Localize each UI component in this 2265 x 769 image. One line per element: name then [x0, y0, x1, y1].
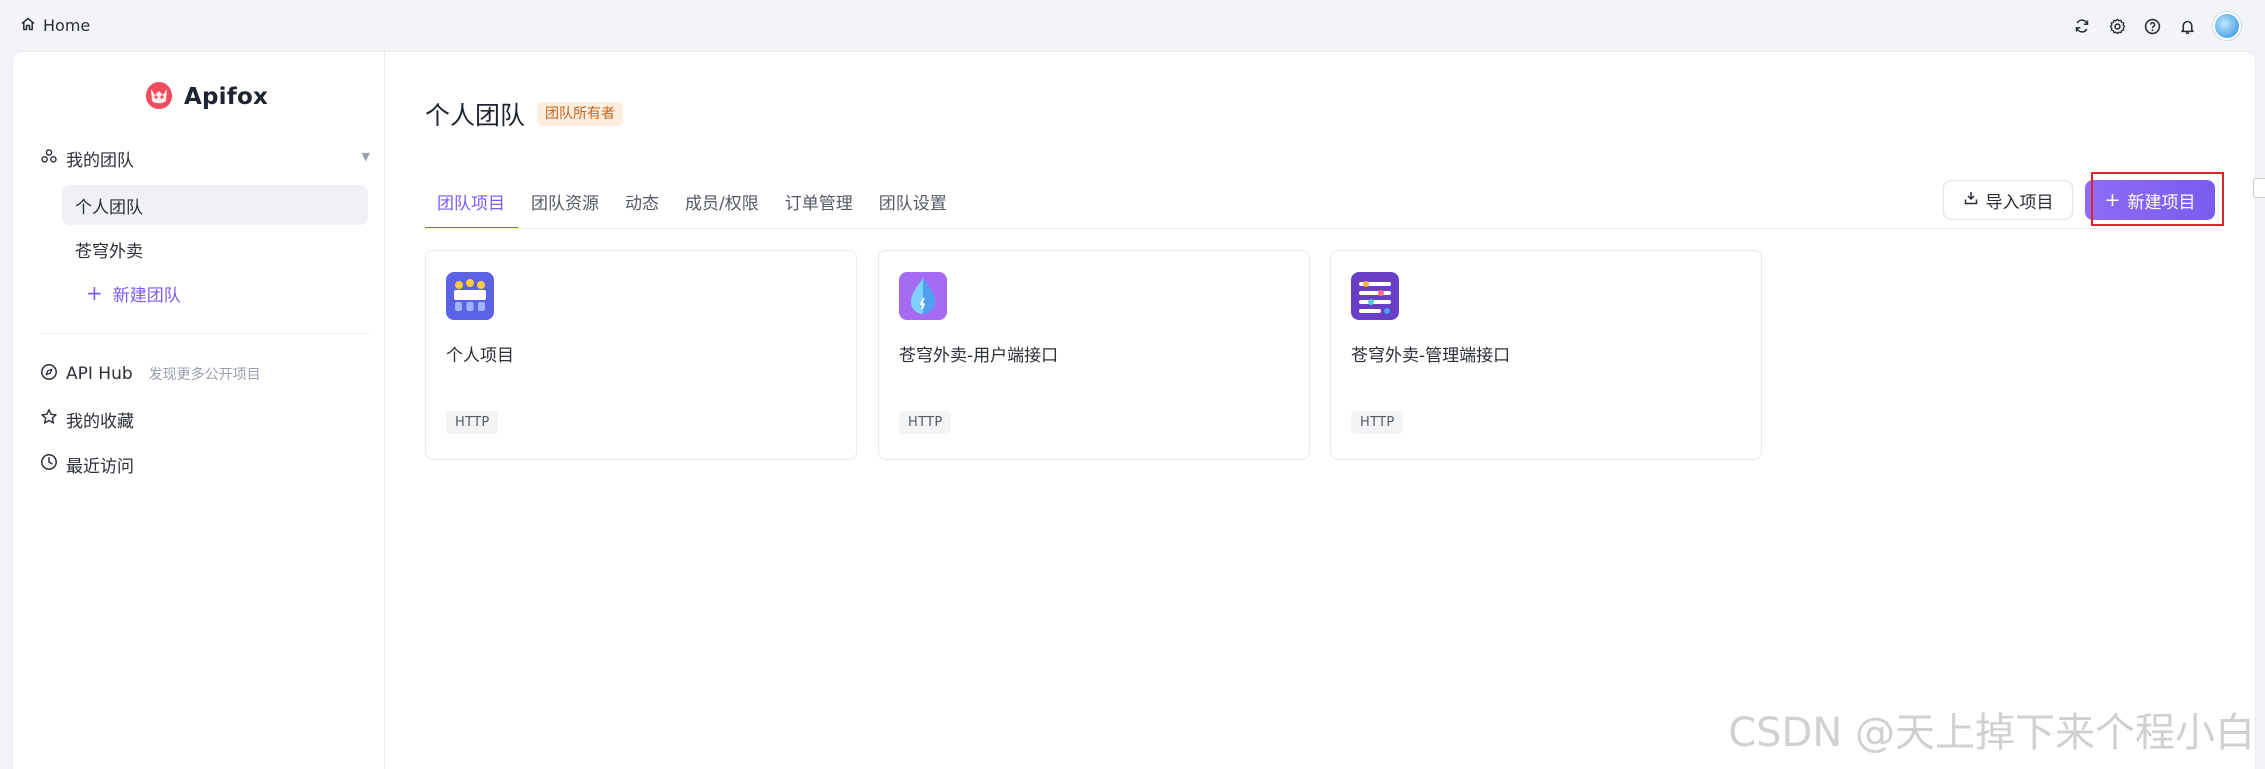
project-type-tag: HTTP — [446, 411, 499, 434]
project-name: 个人项目 — [446, 346, 514, 366]
import-icon — [1963, 190, 1979, 211]
owner-badge: 团队所有者 — [537, 102, 624, 126]
tab-orders[interactable]: 订单管理 — [772, 183, 866, 229]
project-name: 苍穹外卖-管理端接口 — [1351, 346, 1511, 366]
tab-team-settings[interactable]: 团队设置 — [866, 183, 960, 229]
home-tab[interactable]: Home — [20, 16, 90, 36]
team-icon — [40, 147, 58, 170]
tab-team-resources[interactable]: 团队资源 — [518, 183, 612, 229]
collapse-caret-icon[interactable]: ▼ — [362, 150, 370, 163]
tab-members[interactable]: 成员/权限 — [672, 183, 772, 229]
sidebar-item-recent[interactable]: 最近访问 — [40, 449, 134, 479]
side-panel-toggle[interactable] — [2253, 178, 2265, 198]
team-tabs: 团队项目 团队资源 动态 成员/权限 订单管理 团队设置 — [425, 183, 960, 229]
apifox-logo[interactable]: Apifox — [142, 79, 268, 115]
project-card-personal[interactable]: 个人项目 HTTP — [425, 250, 857, 460]
list-settings-icon — [1351, 272, 1399, 320]
sidebar-divider — [40, 333, 370, 334]
team-project-icon — [446, 272, 494, 320]
sidebar-item-label: 苍穹外卖 — [75, 241, 143, 262]
home-tab-label: Home — [43, 16, 91, 35]
sidebar-item-api-hub[interactable]: API Hub 发现更多公开项目 — [40, 359, 261, 389]
my-team-header[interactable]: 我的团队 ▼ — [40, 143, 370, 173]
settings-icon[interactable] — [2108, 17, 2126, 35]
my-team-label: 我的团队 — [66, 150, 134, 171]
bell-icon[interactable] — [2178, 17, 2196, 35]
new-team-button[interactable]: + 新建团队 — [62, 273, 368, 313]
water-drop-icon — [899, 272, 947, 320]
refresh-icon[interactable] — [2073, 17, 2091, 35]
top-bar: Home — [0, 0, 2265, 51]
star-icon — [40, 408, 58, 431]
api-hub-subtitle: 发现更多公开项目 — [148, 367, 261, 383]
favorites-label: 我的收藏 — [66, 411, 134, 432]
sidebar-item-cangqiong-team[interactable]: 苍穹外卖 — [62, 229, 368, 269]
project-card-admin-api[interactable]: 苍穹外卖-管理端接口 HTTP — [1330, 250, 1762, 460]
tab-activity[interactable]: 动态 — [612, 183, 672, 229]
sidebar-item-personal-team[interactable]: 个人团队 — [62, 185, 368, 225]
import-project-label: 导入项目 — [1985, 192, 2054, 213]
project-card-user-api[interactable]: 苍穹外卖-用户端接口 HTTP — [878, 250, 1310, 460]
sidebar-item-favorites[interactable]: 我的收藏 — [40, 404, 134, 434]
annotation-highlight-box — [2091, 172, 2224, 226]
page-title: 个人团队 团队所有者 — [425, 96, 624, 132]
watermark: CSDN @天上掉下来个程小白 — [1728, 710, 2255, 756]
recent-label: 最近访问 — [66, 456, 134, 477]
apifox-logo-text: Apifox — [184, 84, 268, 110]
plus-icon: + — [86, 281, 103, 305]
project-name: 苍穹外卖-用户端接口 — [899, 346, 1059, 366]
apifox-logo-icon — [142, 79, 176, 115]
project-type-tag: HTTP — [899, 411, 952, 434]
import-project-button[interactable]: 导入项目 — [1943, 180, 2073, 220]
sidebar-item-label: 个人团队 — [75, 197, 143, 218]
tabs-divider — [425, 228, 2220, 229]
tab-team-projects[interactable]: 团队项目 — [425, 183, 518, 229]
help-icon[interactable] — [2143, 17, 2161, 35]
api-hub-label: API Hub — [66, 364, 133, 384]
team-name: 个人团队 — [425, 101, 526, 130]
home-icon — [20, 16, 36, 36]
new-team-label: 新建团队 — [112, 285, 181, 306]
clock-icon — [40, 453, 58, 476]
project-type-tag: HTTP — [1351, 411, 1404, 434]
compass-icon — [40, 363, 58, 386]
avatar[interactable] — [2213, 12, 2241, 40]
sidebar: Apifox 我的团队 ▼ 个人团队 苍穹外卖 + 新建团队 API Hub 发… — [12, 51, 385, 769]
